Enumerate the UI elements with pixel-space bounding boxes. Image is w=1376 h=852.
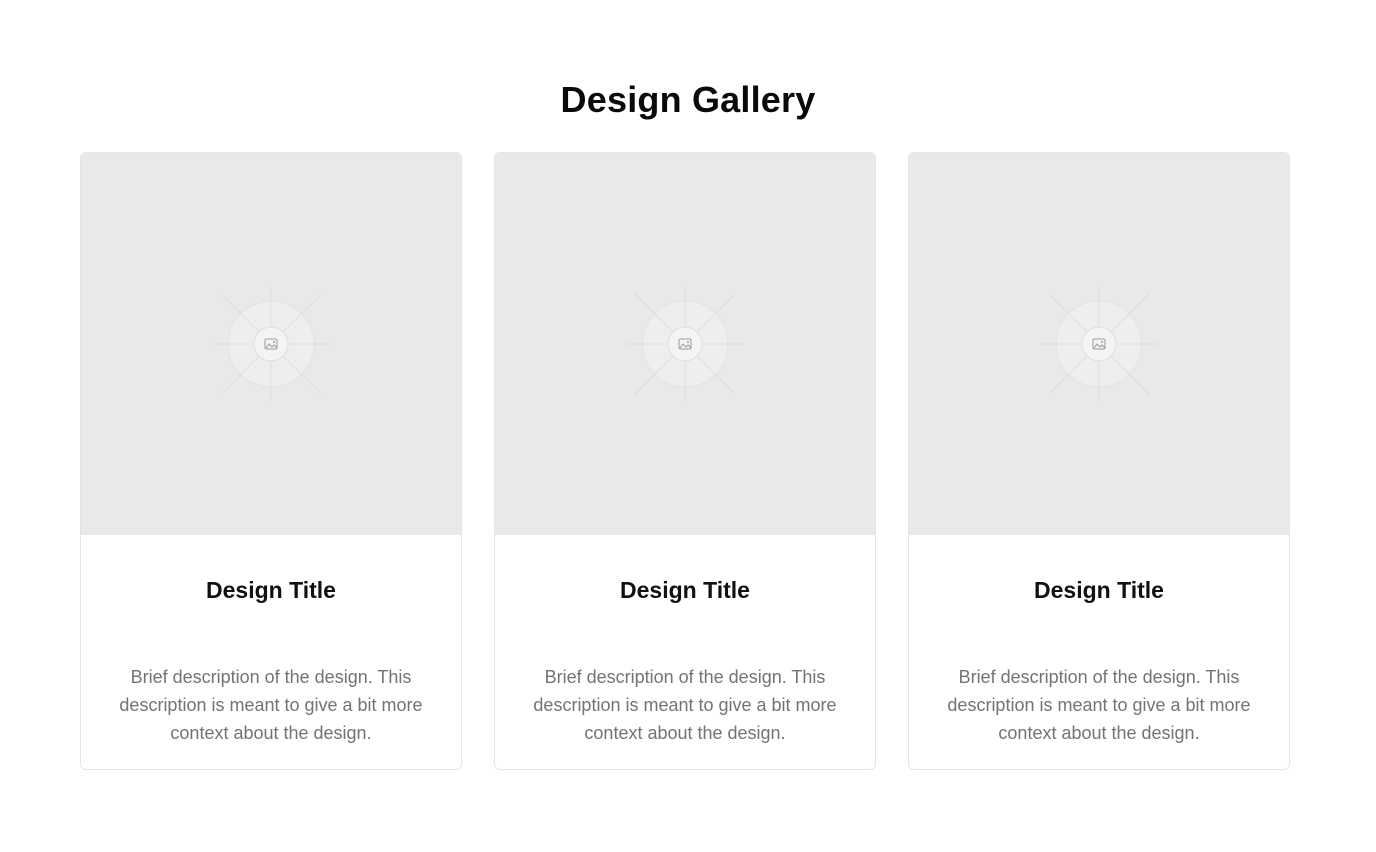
card-title: Design Title: [620, 577, 750, 603]
gallery-page: Design Gallery Design Title Brief descri…: [0, 0, 1376, 852]
image-placeholder-icon: [627, 286, 743, 402]
card-image-placeholder: [81, 153, 461, 535]
design-card[interactable]: Design Title Brief description of the de…: [80, 152, 462, 770]
page-title: Design Gallery: [560, 79, 816, 120]
card-title: Design Title: [1034, 577, 1164, 603]
card-grid: Design Title Brief description of the de…: [80, 152, 1290, 770]
design-card[interactable]: Design Title Brief description of the de…: [494, 152, 876, 770]
card-description: Brief description of the design. This de…: [947, 667, 1251, 743]
card-image-placeholder: [495, 153, 875, 535]
image-placeholder-icon: [1041, 286, 1157, 402]
image-placeholder-icon: [213, 286, 329, 402]
card-description: Brief description of the design. This de…: [119, 667, 423, 743]
card-description: Brief description of the design. This de…: [533, 667, 837, 743]
design-card[interactable]: Design Title Brief description of the de…: [908, 152, 1290, 770]
card-title: Design Title: [206, 577, 336, 603]
card-image-placeholder: [909, 153, 1289, 535]
